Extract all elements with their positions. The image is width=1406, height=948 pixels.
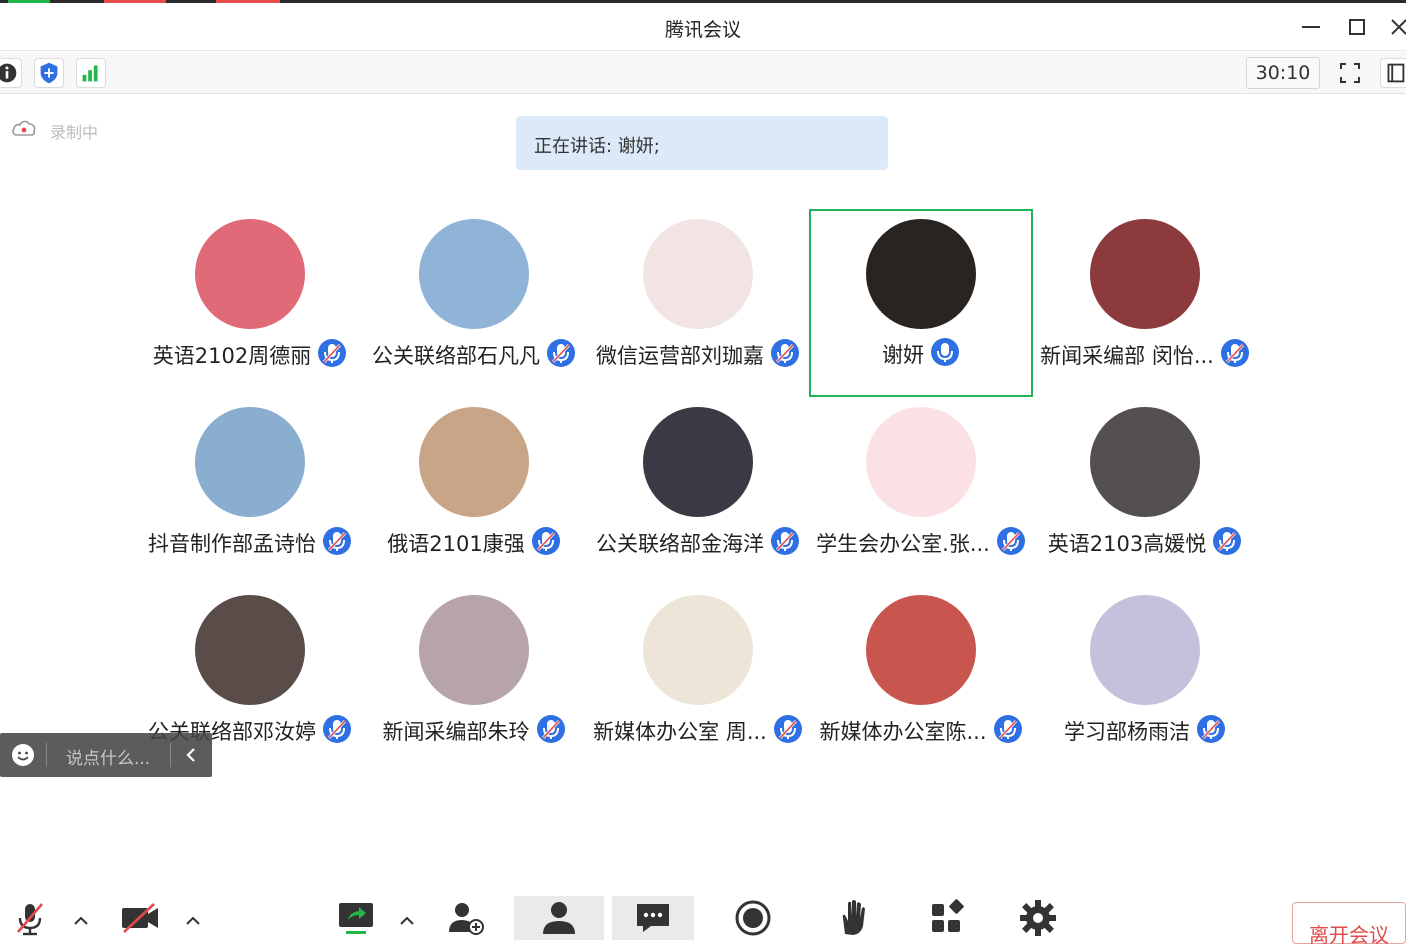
- info-icon[interactable]: [0, 58, 22, 88]
- emoji-icon[interactable]: [10, 742, 36, 768]
- chat-icon[interactable]: [631, 898, 675, 938]
- bottom-control-bar: 离开会议: [0, 892, 1406, 947]
- sidebar-toggle-icon[interactable]: [1380, 58, 1406, 88]
- avatar: [866, 407, 976, 517]
- participant-name: 公关联络部石凡凡: [372, 344, 540, 368]
- participant-tile[interactable]: 英语2103高媛悦: [1033, 398, 1257, 586]
- leave-meeting-label: 离开会议: [1309, 923, 1389, 947]
- participant-name: 英语2102周德丽: [152, 344, 312, 368]
- avatar: [643, 219, 753, 329]
- speaking-banner: 正在讲话: 谢妍;: [516, 116, 888, 170]
- meeting-timer: 30:10: [1246, 57, 1320, 89]
- participant-name: 微信运营部刘珈嘉: [596, 344, 764, 368]
- avatar: [195, 407, 305, 517]
- settings-icon[interactable]: [1016, 898, 1060, 938]
- participant-name: 公关联络部金海洋: [596, 532, 764, 556]
- participant-name: 抖音制作部孟诗怡: [148, 532, 316, 556]
- chat-divider: [46, 743, 47, 767]
- raise-hand-icon[interactable]: [831, 898, 875, 938]
- minimize-icon[interactable]: [1296, 13, 1326, 41]
- leave-meeting-button[interactable]: 离开会议: [1292, 902, 1406, 947]
- chevron-left-icon[interactable]: [180, 744, 202, 766]
- avatar: [866, 595, 976, 705]
- invite-icon[interactable]: [444, 898, 488, 938]
- participants-icon[interactable]: [537, 898, 581, 938]
- participant-name: 英语2103高媛悦: [1047, 532, 1207, 556]
- participant-name: 谢妍: [882, 343, 924, 367]
- avatar: [643, 595, 753, 705]
- mic-off-icon[interactable]: [8, 898, 52, 938]
- participant-name: 新闻采编部朱玲: [382, 720, 530, 744]
- participant-tile[interactable]: 学习部杨雨洁: [1033, 586, 1257, 774]
- chat-quick-input[interactable]: 说点什么...: [0, 733, 212, 777]
- avatar: [866, 219, 976, 329]
- chevron-up-icon[interactable]: [184, 914, 202, 928]
- apps-icon[interactable]: [926, 898, 970, 938]
- participant-name: 新媒体办公室陈...: [819, 720, 987, 744]
- recording-label: 录制中: [50, 123, 99, 142]
- speaking-text: 正在讲话: 谢妍;: [534, 136, 660, 157]
- recording-indicator: 录制中: [10, 118, 98, 142]
- mic-muted-icon[interactable]: [1220, 338, 1250, 368]
- signal-icon[interactable]: [76, 58, 106, 88]
- avatar: [643, 407, 753, 517]
- maximize-icon[interactable]: [1342, 13, 1372, 41]
- chevron-up-icon[interactable]: [72, 914, 90, 928]
- meeting-toolbar: 30:10: [0, 52, 1406, 94]
- avatar: [419, 219, 529, 329]
- participant-name: 新闻采编部 闵怡...: [1040, 344, 1214, 368]
- record-icon[interactable]: [731, 898, 775, 938]
- participant-tile[interactable]: 新闻采编部 闵怡...: [1033, 210, 1257, 398]
- avatar: [1090, 595, 1200, 705]
- avatar: [195, 595, 305, 705]
- mic-muted-icon[interactable]: [1212, 526, 1242, 556]
- chat-placeholder[interactable]: 说点什么...: [66, 744, 150, 769]
- shield-icon[interactable]: [34, 58, 64, 88]
- mic-active-icon[interactable]: [930, 337, 960, 367]
- mic-muted-icon[interactable]: [1196, 714, 1226, 744]
- share-screen-icon[interactable]: [334, 898, 378, 938]
- avatar: [419, 407, 529, 517]
- close-icon[interactable]: [1386, 13, 1406, 41]
- window-title: 腾讯会议: [664, 19, 741, 41]
- participant-name: 新媒体办公室 周...: [593, 720, 767, 744]
- avatar: [1090, 407, 1200, 517]
- participant-name: 学习部杨雨洁: [1064, 720, 1190, 744]
- participant-name: 俄语2101康强: [387, 532, 525, 556]
- participant-tile[interactable]: 微信运营部刘珈嘉: [586, 210, 810, 398]
- cloud-record-icon: [12, 120, 36, 136]
- title-bar: 腾讯会议: [0, 3, 1406, 51]
- video-off-icon[interactable]: [118, 898, 162, 938]
- avatar: [195, 219, 305, 329]
- fullscreen-icon[interactable]: [1335, 58, 1365, 88]
- avatar: [419, 595, 529, 705]
- participant-name: 学生会办公室.张...: [816, 532, 990, 556]
- chevron-up-icon[interactable]: [398, 914, 416, 928]
- chat-divider: [170, 743, 171, 767]
- avatar: [1090, 219, 1200, 329]
